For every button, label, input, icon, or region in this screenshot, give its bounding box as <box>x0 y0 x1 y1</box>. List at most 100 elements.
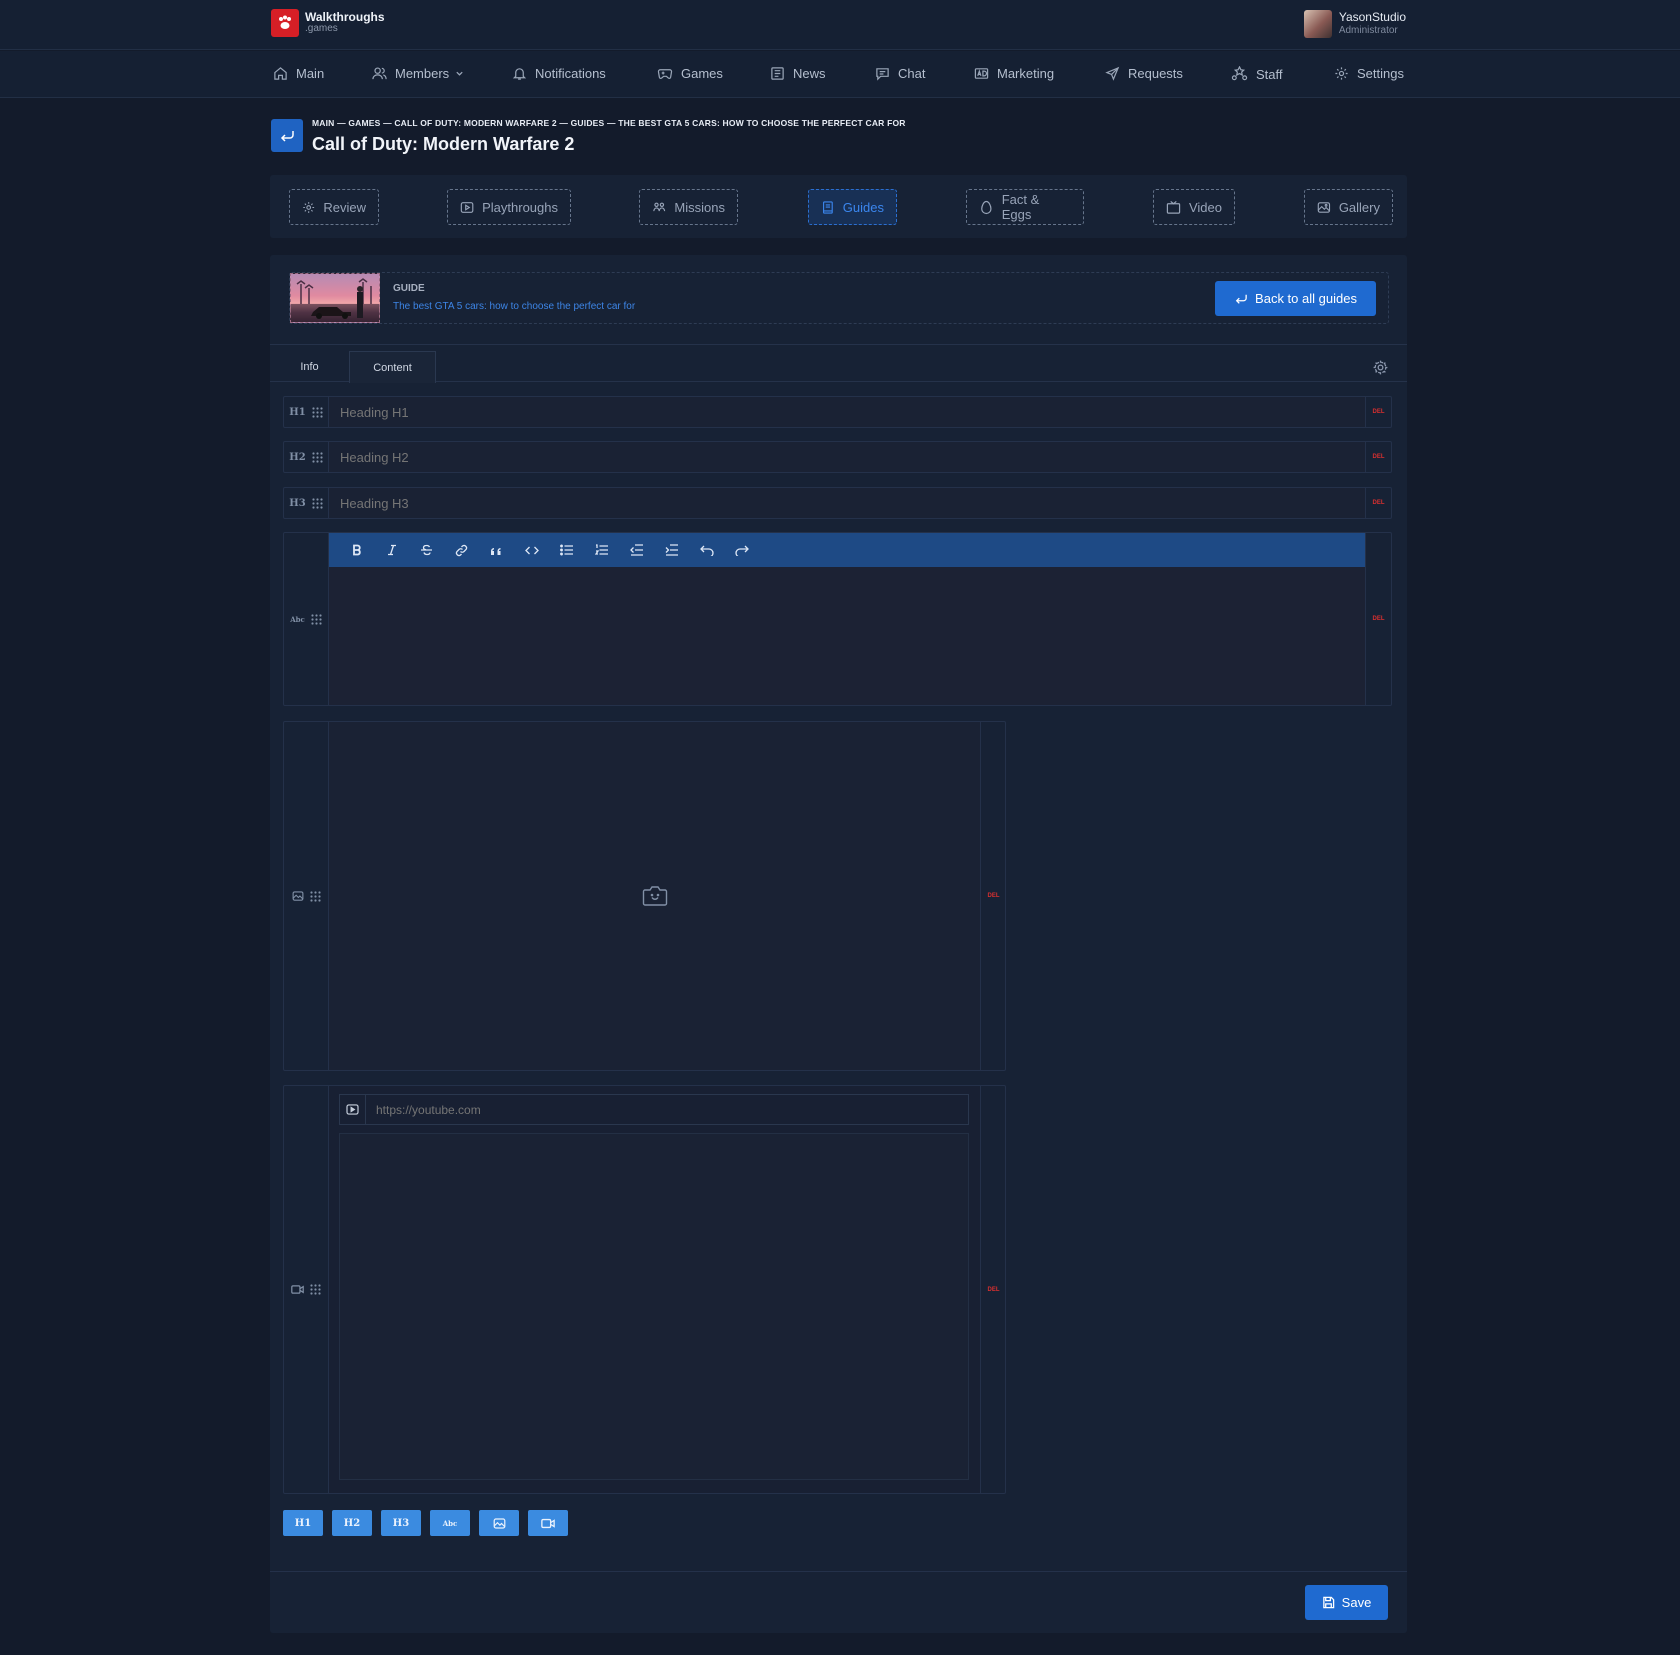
delete-button[interactable]: DEL <box>1365 442 1391 472</box>
add-video-button[interactable] <box>528 1510 568 1536</box>
user-role: Administrator <box>1338 25 1398 36</box>
gear-icon <box>1335 67 1348 80</box>
drag-handle[interactable]: H3 <box>284 488 329 518</box>
user-menu[interactable]: YasonStudio Administrator <box>1303 10 1406 38</box>
video-icon <box>291 1285 304 1294</box>
heading-h1-input[interactable] <box>329 397 1365 427</box>
tab-review[interactable]: Review <box>289 189 379 225</box>
outdent-icon[interactable] <box>619 533 654 567</box>
drag-handle[interactable]: Abc <box>284 533 329 705</box>
add-image-button[interactable] <box>479 1510 519 1536</box>
tab-fact-eggs[interactable]: Fact & Eggs <box>966 189 1084 225</box>
add-h1-button[interactable]: H1 <box>283 1510 323 1536</box>
h3-icon: H3 <box>392 1517 410 1529</box>
video-icon <box>541 1518 555 1528</box>
delete-button[interactable]: DEL <box>980 722 1006 1070</box>
nav-label: Chat <box>898 66 926 81</box>
settings-gear-icon[interactable] <box>1372 359 1389 376</box>
tab-playthroughs[interactable]: Playthroughs <box>447 189 571 225</box>
tab-video[interactable]: Video <box>1153 189 1235 225</box>
h2-icon: H2 <box>289 451 306 463</box>
save-button[interactable]: Save <box>1305 1585 1388 1620</box>
grip-icon <box>311 613 322 625</box>
nav-label: Members <box>395 66 450 81</box>
nav-item-members[interactable]: Members <box>372 66 464 81</box>
play-icon <box>460 201 474 213</box>
back-arrow-button[interactable] <box>271 119 303 152</box>
nav-item-games[interactable]: Games <box>657 66 723 81</box>
heading-h2-block: H2 DEL <box>283 441 1392 473</box>
brand-subtitle: .games <box>305 23 338 34</box>
h1-icon: H1 <box>289 406 306 418</box>
nav-item-requests[interactable]: Requests <box>1105 66 1183 81</box>
tab-missions[interactable]: Missions <box>639 189 738 225</box>
nav-item-marketing[interactable]: Marketing <box>974 66 1054 81</box>
image-icon <box>292 891 303 901</box>
add-h2-button[interactable]: H2 <box>332 1510 372 1536</box>
users-icon <box>372 67 387 80</box>
guide-name[interactable]: The best GTA 5 cars: how to choose the p… <box>393 301 635 312</box>
page-title: Call of Duty: Modern Warfare 2 <box>312 134 575 154</box>
nav-label: Games <box>681 66 723 81</box>
back-to-guides-button[interactable]: Back to all guides <box>1215 281 1376 316</box>
drag-handle[interactable]: H1 <box>284 397 329 427</box>
numbered-list-icon[interactable] <box>584 533 619 567</box>
bold-icon[interactable] <box>339 533 374 567</box>
add-text-button[interactable]: Abc <box>430 1510 470 1536</box>
delete-button[interactable]: DEL <box>980 1086 1006 1493</box>
drag-handle[interactable]: H2 <box>284 442 329 472</box>
redo-icon[interactable] <box>724 533 759 567</box>
heading-h3-input[interactable] <box>329 488 1365 518</box>
nav-item-staff[interactable]: Staff <box>1231 66 1283 82</box>
editor-toolbar <box>329 533 1365 567</box>
nav-label: Requests <box>1128 66 1183 81</box>
drag-handle[interactable] <box>284 722 329 1070</box>
text-icon: Abc <box>290 614 305 624</box>
quote-icon[interactable] <box>479 533 514 567</box>
strikethrough-icon[interactable] <box>409 533 444 567</box>
tab-info[interactable]: Info <box>270 351 349 383</box>
bell-icon <box>512 68 527 80</box>
rich-text-area[interactable] <box>329 567 1365 705</box>
tab-label: Video <box>1188 199 1222 215</box>
gamepad-icon <box>657 69 673 79</box>
nav-item-main[interactable]: Main <box>273 66 324 81</box>
bullet-list-icon[interactable] <box>549 533 584 567</box>
brand-logo[interactable]: Walkthroughs .games <box>271 9 385 37</box>
grip-icon <box>309 890 321 902</box>
text-icon: Abc <box>442 1518 458 1528</box>
video-url-input[interactable] <box>366 1095 968 1124</box>
floppy-icon <box>1322 1596 1334 1609</box>
tab-content[interactable]: Content <box>349 351 436 383</box>
heading-h2-input[interactable] <box>329 442 1365 472</box>
nav-item-chat[interactable]: Chat <box>875 66 925 81</box>
indent-icon[interactable] <box>654 533 689 567</box>
guide-label: GUIDE <box>393 283 425 294</box>
add-h3-button[interactable]: H3 <box>381 1510 421 1536</box>
save-label: Save <box>1341 1595 1372 1610</box>
user-name: YasonStudio <box>1338 10 1406 24</box>
grip-icon <box>312 451 323 463</box>
undo-icon[interactable] <box>689 533 724 567</box>
delete-button[interactable]: DEL <box>1365 488 1391 518</box>
link-icon[interactable] <box>444 533 479 567</box>
guide-header: GUIDE The best GTA 5 cars: how to choose… <box>289 272 1389 324</box>
tab-gallery[interactable]: Gallery <box>1304 189 1393 225</box>
grip-icon <box>312 497 323 509</box>
code-icon[interactable] <box>514 533 549 567</box>
nav-item-settings[interactable]: Settings <box>1334 66 1404 81</box>
nav-item-news[interactable]: News <box>770 66 826 81</box>
image-dropzone[interactable] <box>329 722 980 1070</box>
drag-handle[interactable] <box>284 1086 329 1493</box>
gear-icon <box>303 201 315 213</box>
nav-item-notifications[interactable]: Notifications <box>512 66 606 81</box>
chevron-down-icon <box>456 71 463 76</box>
h2-icon: H2 <box>343 1517 361 1529</box>
italic-icon[interactable] <box>374 533 409 567</box>
delete-button[interactable]: DEL <box>1365 397 1391 427</box>
delete-button[interactable]: DEL <box>1365 533 1391 705</box>
tab-guides[interactable]: Guides <box>808 189 897 225</box>
send-icon <box>1105 66 1120 81</box>
tab-label: Fact & Eggs <box>1001 192 1040 222</box>
image-icon <box>493 1517 505 1529</box>
